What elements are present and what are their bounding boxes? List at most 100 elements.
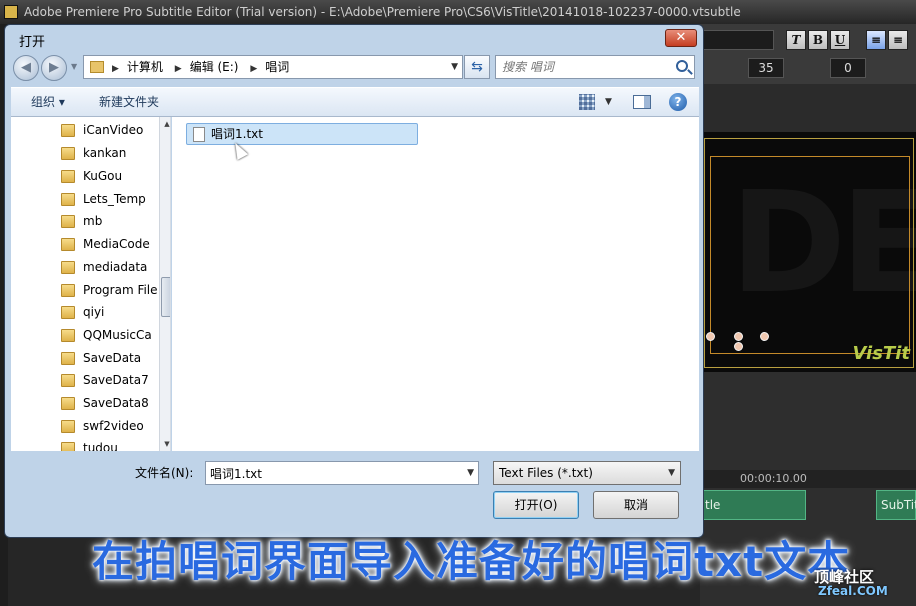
folder-icon [61, 420, 75, 433]
folder-icon [61, 329, 75, 342]
folder-icon [61, 261, 75, 274]
chevron-down-icon[interactable]: ▼ [605, 88, 612, 116]
text-file-icon [193, 127, 205, 142]
selection-handle[interactable] [760, 332, 769, 341]
tree-item[interactable]: mb [11, 210, 157, 232]
open-button[interactable]: 打开(O) [493, 491, 579, 519]
scroll-thumb[interactable] [161, 277, 170, 317]
folder-icon [61, 193, 75, 206]
folder-icon [61, 124, 75, 137]
scroll-up-icon[interactable]: ▲ [160, 117, 170, 131]
breadcrumb-item[interactable]: 唱词 [265, 60, 289, 74]
open-file-dialog: 打开 ✕ ◀ ▶ ▼ ▶ 计算机 ▶ 编辑 (E:) ▶ 唱词 ▼ ⇆ 组织 ▾ 新建… [4, 24, 704, 538]
tree-item[interactable]: SaveData [11, 347, 157, 369]
folder-icon [61, 352, 75, 365]
folder-tree: iCanVideo kankan KuGou Lets_Temp mb Medi… [11, 117, 171, 451]
timecode-label: 00:00:10.00 [740, 472, 807, 485]
tree-item[interactable]: qiyi [11, 301, 157, 323]
breadcrumb: ▶ 计算机 ▶ 编辑 (E:) ▶ 唱词 [110, 56, 289, 78]
tree-item[interactable]: MediaCode [11, 233, 157, 255]
organize-menu[interactable]: 组织 ▾ [31, 88, 65, 116]
search-box[interactable] [495, 55, 695, 79]
file-type-select[interactable]: Text Files (*.txt) ▼ [493, 461, 681, 485]
back-button[interactable]: ◀ [13, 55, 39, 81]
file-item[interactable]: 唱词1.txt [186, 123, 418, 160]
tree-scrollbar[interactable]: ▲ ▼ [159, 117, 170, 451]
tree-item[interactable]: tudou [11, 437, 157, 451]
folder-icon [61, 238, 75, 251]
underline-button[interactable]: U [830, 30, 850, 50]
font-size-field[interactable]: 35 [748, 58, 784, 78]
timeline-ruler: 00:00:10.00 [700, 470, 916, 488]
address-bar[interactable]: ▶ 计算机 ▶ 编辑 (E:) ▶ 唱词 ▼ [83, 55, 463, 79]
chevron-down-icon[interactable]: ▼ [451, 56, 458, 78]
folder-icon [61, 284, 75, 297]
tree-item[interactable]: KuGou [11, 165, 157, 187]
folder-icon [61, 374, 75, 387]
selection-handle[interactable] [706, 332, 715, 341]
tree-item[interactable]: QQMusicCa [11, 324, 157, 346]
tree-item[interactable]: iCanVideo [11, 119, 157, 141]
help-icon[interactable]: ? [669, 93, 687, 111]
chevron-down-icon[interactable]: ▼ [467, 462, 474, 484]
refresh-button[interactable]: ⇆ [464, 55, 490, 79]
filename-field[interactable]: ▼ [205, 461, 479, 485]
cancel-button[interactable]: 取消 [593, 491, 679, 519]
folder-icon [61, 306, 75, 319]
filename-label: 文件名(N): [135, 466, 194, 480]
chevron-right-icon[interactable]: ▶ [250, 64, 257, 74]
font-select[interactable] [700, 30, 774, 50]
recent-locations-icon[interactable]: ▼ [71, 62, 77, 71]
italic-button[interactable]: T [786, 30, 806, 50]
chevron-right-icon[interactable]: ▶ [112, 64, 119, 74]
canvas-watermark: VisTit [852, 343, 910, 364]
folder-icon [61, 397, 75, 410]
filename-input[interactable] [210, 464, 450, 482]
watermark-url: Zfeal.COM [818, 584, 888, 598]
folder-icon [61, 170, 75, 183]
safe-action-guide [710, 156, 910, 354]
app-title-bar: Adobe Premiere Pro Subtitle Editor (Tria… [0, 0, 916, 24]
chevron-down-icon[interactable]: ▼ [668, 462, 675, 484]
site-watermark: 顶峰社区 Zfeal.COM [800, 560, 912, 600]
timeline-clip[interactable]: SubTit [876, 490, 916, 520]
scroll-down-icon[interactable]: ▼ [160, 437, 170, 451]
search-icon[interactable] [676, 60, 688, 72]
selection-handle[interactable] [734, 342, 743, 351]
file-list[interactable]: 唱词1.txt [172, 117, 699, 451]
align-left-button[interactable]: ≡ [866, 30, 886, 50]
breadcrumb-item[interactable]: 计算机 [127, 60, 163, 74]
tree-item[interactable]: SaveData8 [11, 392, 157, 414]
spacing-field[interactable]: 0 [830, 58, 866, 78]
folder-icon [90, 61, 104, 73]
folder-icon [61, 442, 75, 451]
bold-button[interactable]: B [808, 30, 828, 50]
new-folder-button[interactable]: 新建文件夹 [99, 88, 159, 116]
tree-item[interactable]: swf2video [11, 415, 157, 437]
video-subtitle: 在拍唱词界面导入准备好的唱词txt文本 [92, 537, 851, 586]
chevron-right-icon[interactable]: ▶ [175, 64, 182, 74]
timeline-clip[interactable]: tle [700, 490, 806, 520]
breadcrumb-item[interactable]: 编辑 (E:) [190, 60, 239, 74]
forward-button[interactable]: ▶ [41, 55, 67, 81]
app-title: Adobe Premiere Pro Subtitle Editor (Tria… [24, 5, 741, 19]
tree-item[interactable]: Lets_Temp [11, 188, 157, 210]
app-logo-icon [4, 5, 18, 19]
close-button[interactable]: ✕ [665, 29, 697, 47]
folder-icon [61, 215, 75, 228]
selection-handle[interactable] [734, 332, 743, 341]
tree-item[interactable]: kankan [11, 142, 157, 164]
app-toolbar: T B U ≡ ≡ 35 0 [700, 24, 916, 84]
preview-pane-icon[interactable] [633, 95, 651, 109]
tree-item[interactable]: mediadata [11, 256, 157, 278]
folder-icon [61, 147, 75, 160]
preview-canvas[interactable]: DEM VisTit [700, 132, 916, 372]
tree-item[interactable]: SaveData7 [11, 369, 157, 391]
search-input[interactable] [502, 58, 662, 76]
align-center-button[interactable]: ≡ [888, 30, 908, 50]
command-bar: 组织 ▾ 新建文件夹 ▼ ? [11, 87, 699, 117]
dialog-title: 打开 [19, 35, 46, 50]
file-type-value: Text Files (*.txt) [499, 466, 593, 480]
tree-item[interactable]: Program File [11, 279, 158, 301]
views-icon[interactable] [579, 94, 595, 110]
